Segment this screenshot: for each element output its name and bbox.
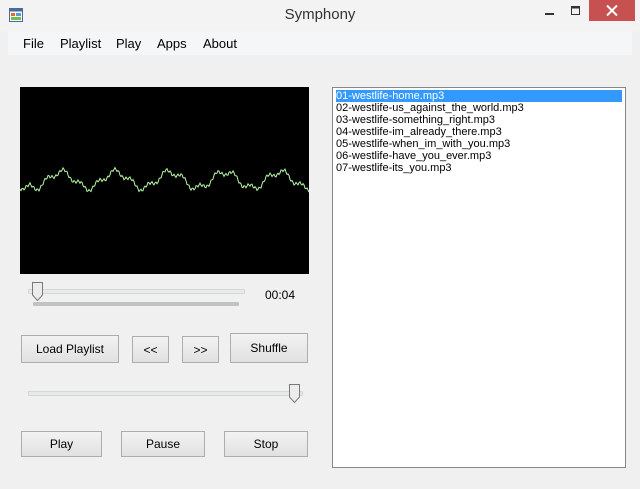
elapsed-time: 00:04 xyxy=(265,288,296,302)
play-button[interactable]: Play xyxy=(21,431,102,457)
menu-file[interactable]: File xyxy=(23,36,44,51)
menu-play[interactable]: Play xyxy=(116,36,141,51)
close-button[interactable] xyxy=(589,0,635,21)
minimize-icon xyxy=(545,12,554,15)
playlist-listbox[interactable]: 01-westlife-home.mp3 02-westlife-us_again… xyxy=(332,87,626,468)
seek-slider-thumb[interactable] xyxy=(32,282,44,301)
menu-about[interactable]: About xyxy=(203,36,237,51)
playlist-item[interactable]: 06-westlife-have_you_ever.mp3 xyxy=(336,150,622,162)
menu-playlist[interactable]: Playlist xyxy=(60,36,101,51)
close-icon xyxy=(606,5,618,16)
window-frame: Symphony File Playlist Play Apps About 0… xyxy=(0,0,640,489)
load-playlist-button[interactable]: Load Playlist xyxy=(21,335,119,363)
audio-visualizer xyxy=(19,87,310,274)
waveform xyxy=(19,166,310,193)
volume-slider-thumb[interactable] xyxy=(289,384,300,403)
menu-apps[interactable]: Apps xyxy=(157,36,187,51)
playlist-item[interactable]: 04-westlife-im_already_there.mp3 xyxy=(336,126,622,138)
maximize-button[interactable] xyxy=(563,0,589,21)
playlist-item[interactable]: 07-westlife-its_you.mp3 xyxy=(336,162,622,174)
volume-slider-track[interactable] xyxy=(28,391,303,396)
title-bar[interactable]: Symphony xyxy=(0,0,640,31)
shuffle-button[interactable]: Shuffle xyxy=(230,333,308,363)
maximize-icon xyxy=(571,5,580,15)
menu-bar: File Playlist Play Apps About xyxy=(8,31,632,55)
minimize-button[interactable] xyxy=(537,0,563,21)
playlist-item[interactable]: 05-westlife-when_im_with_you.mp3 xyxy=(336,138,622,150)
seek-slider-track[interactable] xyxy=(28,289,245,294)
seek-progress-bar xyxy=(33,302,239,306)
playlist-item[interactable]: 02-westlife-us_against_the_world.mp3 xyxy=(336,102,622,114)
pause-button[interactable]: Pause xyxy=(121,431,205,457)
previous-button[interactable]: << xyxy=(132,336,169,363)
stop-button[interactable]: Stop xyxy=(224,431,308,457)
playlist-item[interactable]: 03-westlife-something_right.mp3 xyxy=(336,114,622,126)
next-button[interactable]: >> xyxy=(182,336,219,363)
playlist-item[interactable]: 01-westlife-home.mp3 xyxy=(336,90,622,102)
